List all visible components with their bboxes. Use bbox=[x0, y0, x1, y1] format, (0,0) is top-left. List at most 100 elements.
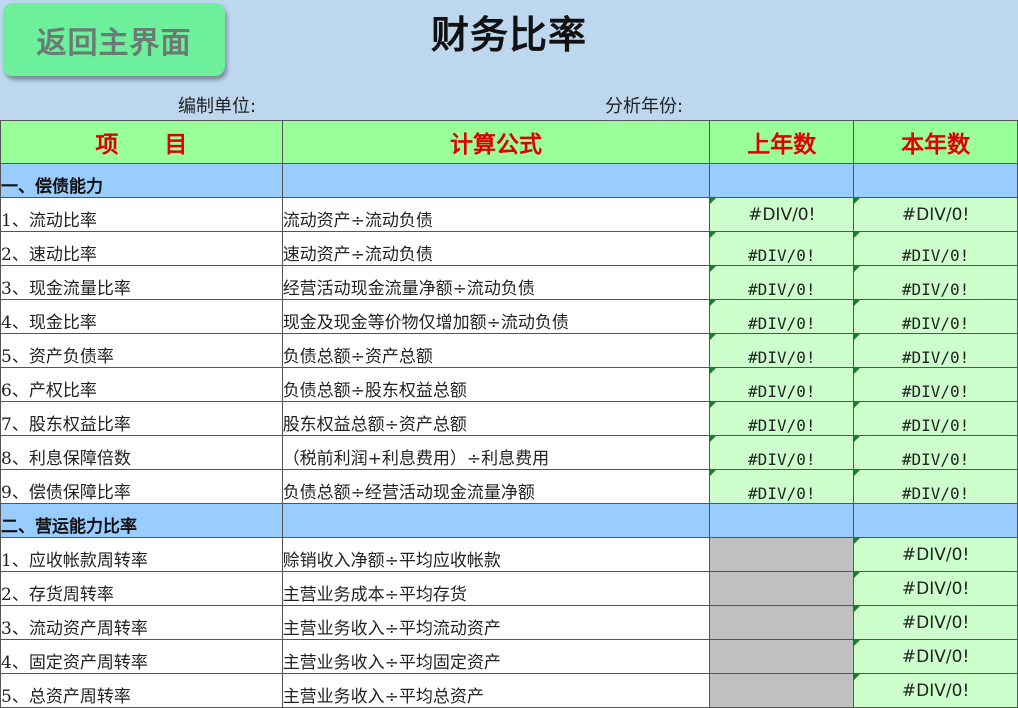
error-indicator-icon bbox=[854, 300, 861, 306]
empty-cell[interactable] bbox=[281, 503, 711, 538]
column-header-formula[interactable]: 计算公式 bbox=[281, 120, 711, 164]
curr-year-cell[interactable]: #DIV/0! bbox=[853, 401, 1018, 436]
prev-year-cell[interactable]: #DIV/0! bbox=[709, 435, 855, 470]
cell-value: #DIV/0! bbox=[748, 484, 816, 503]
prev-year-cell[interactable]: #DIV/0! bbox=[709, 401, 855, 436]
table-row: 5、总资产周转率 主营业务收入÷平均总资产 #DIV/0! bbox=[0, 673, 1018, 708]
prev-year-cell[interactable]: #DIV/0! bbox=[709, 197, 855, 232]
year-label: 分析年份: bbox=[605, 96, 684, 117]
prev-year-cell[interactable] bbox=[709, 605, 855, 640]
empty-cell[interactable] bbox=[853, 503, 1018, 538]
prev-year-cell[interactable] bbox=[709, 639, 855, 674]
table-row: 3、现金流量比率 经营活动现金流量净额÷流动负债 #DIV/0! #DIV/0! bbox=[0, 265, 1018, 300]
prev-year-cell[interactable]: #DIV/0! bbox=[709, 367, 855, 402]
ratio-name-cell[interactable]: 1、应收帐款周转率 bbox=[0, 537, 283, 572]
empty-cell[interactable] bbox=[709, 503, 855, 538]
column-header-curr-year[interactable]: 本年数 bbox=[853, 120, 1018, 164]
section-header-row: 二、营运能力比率 bbox=[0, 503, 1018, 538]
curr-year-cell[interactable]: #DIV/0! bbox=[853, 231, 1018, 266]
formula-cell[interactable]: 现金及现金等价物仅增加额÷流动负债 bbox=[281, 299, 711, 334]
prev-year-cell[interactable]: #DIV/0! bbox=[709, 265, 855, 300]
cell-value: #DIV/0! bbox=[748, 280, 816, 299]
formula-cell[interactable]: 股东权益总额÷资产总额 bbox=[281, 401, 711, 436]
cell-value: #DIV/0! bbox=[901, 484, 970, 503]
prev-year-cell[interactable] bbox=[709, 673, 855, 708]
cell-value: #DIV/0! bbox=[901, 382, 970, 401]
ratio-name-cell[interactable]: 4、固定资产周转率 bbox=[0, 639, 283, 674]
cell-value: #DIV/0! bbox=[748, 204, 816, 225]
error-indicator-icon bbox=[854, 368, 861, 374]
formula-cell[interactable]: 速动资产÷流动负债 bbox=[281, 231, 711, 266]
prev-year-cell[interactable]: #DIV/0! bbox=[709, 469, 855, 504]
formula-cell[interactable]: 流动资产÷流动负债 bbox=[281, 197, 711, 232]
formula-cell[interactable]: 经营活动现金流量净额÷流动负债 bbox=[281, 265, 711, 300]
empty-cell[interactable] bbox=[709, 163, 855, 198]
cell-value: #DIV/0! bbox=[901, 204, 970, 225]
formula-cell[interactable]: 负债总额÷经营活动现金流量净额 bbox=[281, 469, 711, 504]
curr-year-cell[interactable]: #DIV/0! bbox=[853, 605, 1018, 640]
ratio-name-cell[interactable]: 4、现金比率 bbox=[0, 299, 283, 334]
error-indicator-icon bbox=[710, 198, 717, 204]
curr-year-cell[interactable]: #DIV/0! bbox=[853, 673, 1018, 708]
formula-cell[interactable]: 负债总额÷资产总额 bbox=[281, 333, 711, 368]
formula-cell[interactable]: 主营业务收入÷平均总资产 bbox=[281, 673, 711, 708]
sheet-header: 返回主界面 财务比率 编制单位: 分析年份: bbox=[0, 0, 1018, 120]
cell-value: #DIV/0! bbox=[748, 416, 816, 435]
error-indicator-icon bbox=[710, 300, 717, 306]
curr-year-cell[interactable]: #DIV/0! bbox=[853, 469, 1018, 504]
formula-cell[interactable]: 赊销收入净额÷平均应收帐款 bbox=[281, 537, 711, 572]
table-row: 5、资产负债率 负债总额÷资产总额 #DIV/0! #DIV/0! bbox=[0, 333, 1018, 368]
column-header-item[interactable]: 项 目 bbox=[0, 120, 283, 164]
formula-cell[interactable]: 负债总额÷股东权益总额 bbox=[281, 367, 711, 402]
table-header-row: 项 目 计算公式 上年数 本年数 bbox=[0, 120, 1018, 164]
error-indicator-icon bbox=[854, 266, 861, 272]
curr-year-cell[interactable]: #DIV/0! bbox=[853, 197, 1018, 232]
formula-cell[interactable]: （税前利润+利息费用）÷利息费用 bbox=[281, 435, 711, 470]
curr-year-cell[interactable]: #DIV/0! bbox=[853, 639, 1018, 674]
error-indicator-icon bbox=[854, 334, 861, 340]
column-header-prev-year[interactable]: 上年数 bbox=[709, 120, 855, 164]
error-indicator-icon bbox=[854, 640, 861, 646]
curr-year-cell[interactable]: #DIV/0! bbox=[853, 435, 1018, 470]
ratio-name-cell[interactable]: 2、存货周转率 bbox=[0, 571, 283, 606]
error-indicator-icon bbox=[854, 538, 861, 544]
curr-year-cell[interactable]: #DIV/0! bbox=[853, 571, 1018, 606]
prev-year-cell[interactable]: #DIV/0! bbox=[709, 299, 855, 334]
curr-year-cell[interactable]: #DIV/0! bbox=[853, 299, 1018, 334]
formula-cell[interactable]: 主营业务收入÷平均固定资产 bbox=[281, 639, 711, 674]
cell-value: #DIV/0! bbox=[748, 314, 816, 333]
ratio-name-cell[interactable]: 2、速动比率 bbox=[0, 231, 283, 266]
prev-year-cell[interactable] bbox=[709, 571, 855, 606]
section-title-cell[interactable]: 二、营运能力比率 bbox=[0, 503, 283, 538]
curr-year-cell[interactable]: #DIV/0! bbox=[853, 537, 1018, 572]
curr-year-cell[interactable]: #DIV/0! bbox=[853, 367, 1018, 402]
prev-year-cell[interactable] bbox=[709, 537, 855, 572]
section-title-cell[interactable]: 一、偿债能力 bbox=[0, 163, 283, 198]
ratio-name-cell[interactable]: 9、偿债保障比率 bbox=[0, 469, 283, 504]
cell-value: #DIV/0! bbox=[748, 382, 816, 401]
ratio-name-cell[interactable]: 5、资产负债率 bbox=[0, 333, 283, 368]
table-row: 3、流动资产周转率 主营业务收入÷平均流动资产 #DIV/0! bbox=[0, 605, 1018, 640]
cell-value: #DIV/0! bbox=[901, 280, 970, 299]
ratio-name-cell[interactable]: 7、股东权益比率 bbox=[0, 401, 283, 436]
prev-year-cell[interactable]: #DIV/0! bbox=[709, 231, 855, 266]
ratio-name-cell[interactable]: 3、现金流量比率 bbox=[0, 265, 283, 300]
error-indicator-icon bbox=[854, 198, 861, 204]
cell-value: #DIV/0! bbox=[901, 646, 970, 667]
formula-cell[interactable]: 主营业务成本÷平均存货 bbox=[281, 571, 711, 606]
curr-year-cell[interactable]: #DIV/0! bbox=[853, 333, 1018, 368]
ratio-name-cell[interactable]: 6、产权比率 bbox=[0, 367, 283, 402]
ratio-name-cell[interactable]: 5、总资产周转率 bbox=[0, 673, 283, 708]
curr-year-cell[interactable]: #DIV/0! bbox=[853, 265, 1018, 300]
error-indicator-icon bbox=[854, 674, 861, 680]
cell-value: #DIV/0! bbox=[901, 348, 970, 367]
empty-cell[interactable] bbox=[853, 163, 1018, 198]
formula-cell[interactable]: 主营业务收入÷平均流动资产 bbox=[281, 605, 711, 640]
ratio-name-cell[interactable]: 3、流动资产周转率 bbox=[0, 605, 283, 640]
ratio-name-cell[interactable]: 1、流动比率 bbox=[0, 197, 283, 232]
prev-year-cell[interactable]: #DIV/0! bbox=[709, 333, 855, 368]
ratio-name-cell[interactable]: 8、利息保障倍数 bbox=[0, 435, 283, 470]
empty-cell[interactable] bbox=[281, 163, 711, 198]
table-row: 7、股东权益比率 股东权益总额÷资产总额 #DIV/0! #DIV/0! bbox=[0, 401, 1018, 436]
error-indicator-icon bbox=[710, 334, 717, 340]
